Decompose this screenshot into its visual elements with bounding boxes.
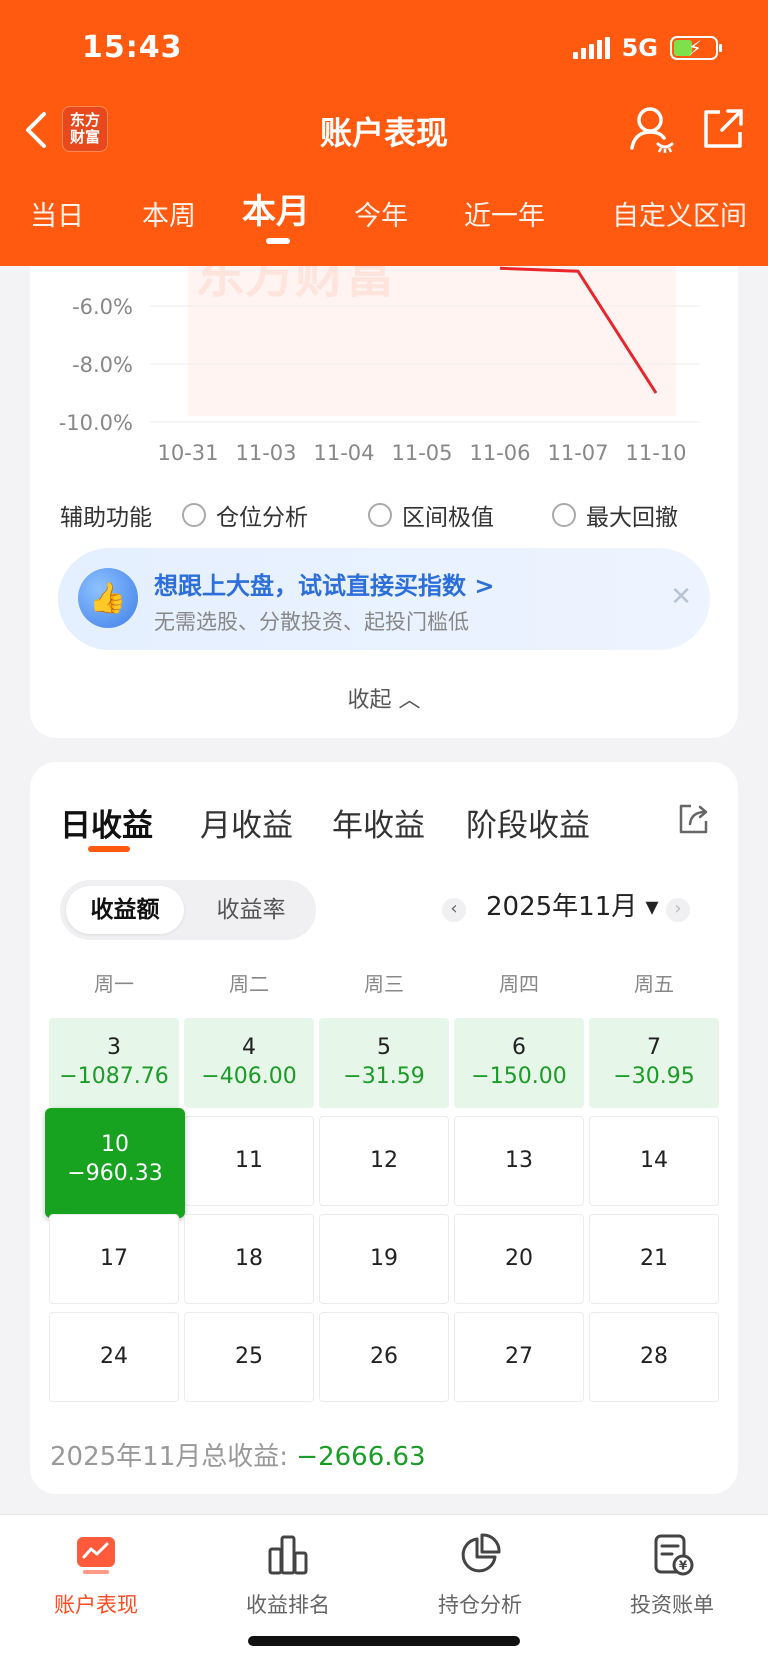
calendar-day[interactable]: 19 [319, 1214, 449, 1304]
next-month-icon[interactable]: › [666, 898, 690, 922]
y-tick-label: -10.0% [59, 411, 133, 435]
calendar-day[interactable]: 28 [589, 1312, 719, 1402]
x-tick-label: 11-03 [235, 441, 296, 465]
x-tick-label: 11-10 [625, 441, 686, 465]
svg-text:¥: ¥ [679, 1559, 688, 1573]
calendar-day[interactable]: 4 −406.00 [184, 1018, 314, 1108]
calendar-day[interactable]: 6 −150.00 [454, 1018, 584, 1108]
y-axis-ticks: -6.0% -8.0% -10.0% [59, 295, 133, 435]
tab-this-year[interactable]: 今年 [354, 194, 408, 233]
calendar-day[interactable]: 13 [454, 1116, 584, 1206]
calendar-day[interactable]: 5 −31.59 [319, 1018, 449, 1108]
battery-icon: ⚡ [670, 36, 722, 60]
radio-icon [182, 503, 206, 527]
status-indicators: 5G ⚡ [572, 34, 722, 62]
metric-toggle: 收益额 收益率 [60, 880, 316, 940]
earnings-tab-indicator [88, 846, 130, 852]
nav-investment-bill[interactable]: ¥ 投资账单 [576, 1531, 768, 1619]
weekday-label: 周一 [94, 972, 134, 996]
nav-holdings-analysis[interactable]: 持仓分析 [384, 1531, 576, 1619]
calendar-day[interactable]: 17 [49, 1214, 179, 1304]
x-axis-ticks: 10-31 11-03 11-04 11-05 11-06 11-07 11-10 [157, 441, 686, 465]
pie-chart-icon [461, 1533, 501, 1573]
y-tick-label: -8.0% [72, 353, 133, 377]
radio-icon [552, 503, 576, 527]
tab-daily-earnings[interactable]: 日收益 [60, 800, 153, 845]
calendar-day[interactable]: 26 [319, 1312, 449, 1402]
calendar-day[interactable]: 12 [319, 1116, 449, 1206]
monthly-total: 2025年11月总收益: −2666.63 [50, 1436, 426, 1473]
collapse-button[interactable]: 收起 ︿ [0, 682, 768, 714]
tab-period-earnings[interactable]: 阶段收益 [466, 800, 590, 845]
tab-today[interactable]: 当日 [30, 194, 84, 233]
calendar-day-selected[interactable]: 10 −960.33 [45, 1108, 185, 1218]
thumbs-up-icon: 👍 [78, 568, 138, 628]
tab-this-month[interactable]: 本月 [242, 184, 310, 233]
nav-earnings-ranking[interactable]: 收益排名 [192, 1531, 384, 1619]
calendar-day[interactable]: 25 [184, 1312, 314, 1402]
nav-account-performance[interactable]: 账户表现 [0, 1531, 192, 1619]
network-type: 5G [621, 34, 658, 62]
tab-this-week[interactable]: 本周 [142, 194, 196, 233]
share-icon[interactable] [700, 106, 746, 152]
home-indicator [248, 1636, 520, 1646]
tab-monthly-earnings[interactable]: 月收益 [200, 800, 293, 845]
x-tick-label: 11-07 [547, 441, 608, 465]
weekday-label: 周二 [229, 972, 269, 996]
export-icon[interactable] [676, 802, 710, 836]
aux-label: 辅助功能 [60, 505, 152, 531]
x-tick-label: 11-06 [469, 441, 530, 465]
promo-subtitle: 无需选股、分散投资、起投门槛低 [154, 610, 469, 634]
user-profile-icon[interactable] [628, 104, 676, 154]
tab-indicator [266, 238, 290, 244]
calendar-day[interactable]: 21 [589, 1214, 719, 1304]
close-icon[interactable]: ✕ [670, 582, 692, 612]
account-performance-icon [77, 1537, 115, 1574]
aux-functions: 辅助功能 [60, 498, 182, 532]
month-selector[interactable]: 2025年11月 ▾ [486, 886, 659, 923]
prev-month-icon[interactable]: ‹ [442, 898, 466, 922]
total-label: 2025年11月总收益: [50, 1442, 297, 1472]
tab-custom-range[interactable]: 自定义区间 [612, 194, 747, 233]
x-tick-label: 11-05 [391, 441, 452, 465]
radio-icon [368, 503, 392, 527]
tab-yearly-earnings[interactable]: 年收益 [332, 800, 425, 845]
signal-icon [572, 37, 610, 59]
promo-title[interactable]: 想跟上大盘，试试直接买指数 > [154, 566, 494, 601]
tab-last-year[interactable]: 近一年 [464, 194, 545, 233]
toggle-amount[interactable]: 收益额 [66, 886, 184, 934]
calendar-day[interactable]: 20 [454, 1214, 584, 1304]
toggle-rate[interactable]: 收益率 [192, 886, 310, 934]
weekday-label: 周三 [364, 972, 404, 996]
calendar-day[interactable]: 7 −30.95 [589, 1018, 719, 1108]
option-max-drawdown[interactable]: 最大回撤 [552, 498, 678, 532]
period-tabs: 当日 本周 本月 今年 近一年 自定义区间 [0, 180, 768, 250]
weekday-label: 周四 [499, 972, 539, 996]
calendar-day[interactable]: 27 [454, 1312, 584, 1402]
app-header: 15:43 5G ⚡ 东方 财富 账户表现 当日 本周 本月 今年 近一年 自定… [0, 0, 768, 266]
index-promo-banner[interactable]: 👍 想跟上大盘，试试直接买指数 > 无需选股、分散投资、起投门槛低 ✕ [58, 548, 710, 650]
calendar-day[interactable]: 14 [589, 1116, 719, 1206]
x-tick-label: 11-04 [313, 441, 374, 465]
calendar-day[interactable]: 11 [184, 1116, 314, 1206]
total-value: −2666.63 [296, 1442, 426, 1472]
bill-icon: ¥ [654, 1534, 694, 1576]
x-tick-label: 10-31 [157, 441, 218, 465]
calendar-day[interactable]: 24 [49, 1312, 179, 1402]
calendar-day[interactable]: 3 −1087.76 [49, 1018, 179, 1108]
ranking-icon [268, 1535, 308, 1575]
option-range-extremes[interactable]: 区间极值 [368, 498, 494, 532]
weekday-label: 周五 [634, 972, 674, 996]
status-time: 15:43 [82, 30, 183, 65]
calendar-day[interactable]: 18 [184, 1214, 314, 1304]
option-position-analysis[interactable]: 仓位分析 [182, 498, 308, 532]
y-tick-label: -6.0% [72, 295, 133, 319]
